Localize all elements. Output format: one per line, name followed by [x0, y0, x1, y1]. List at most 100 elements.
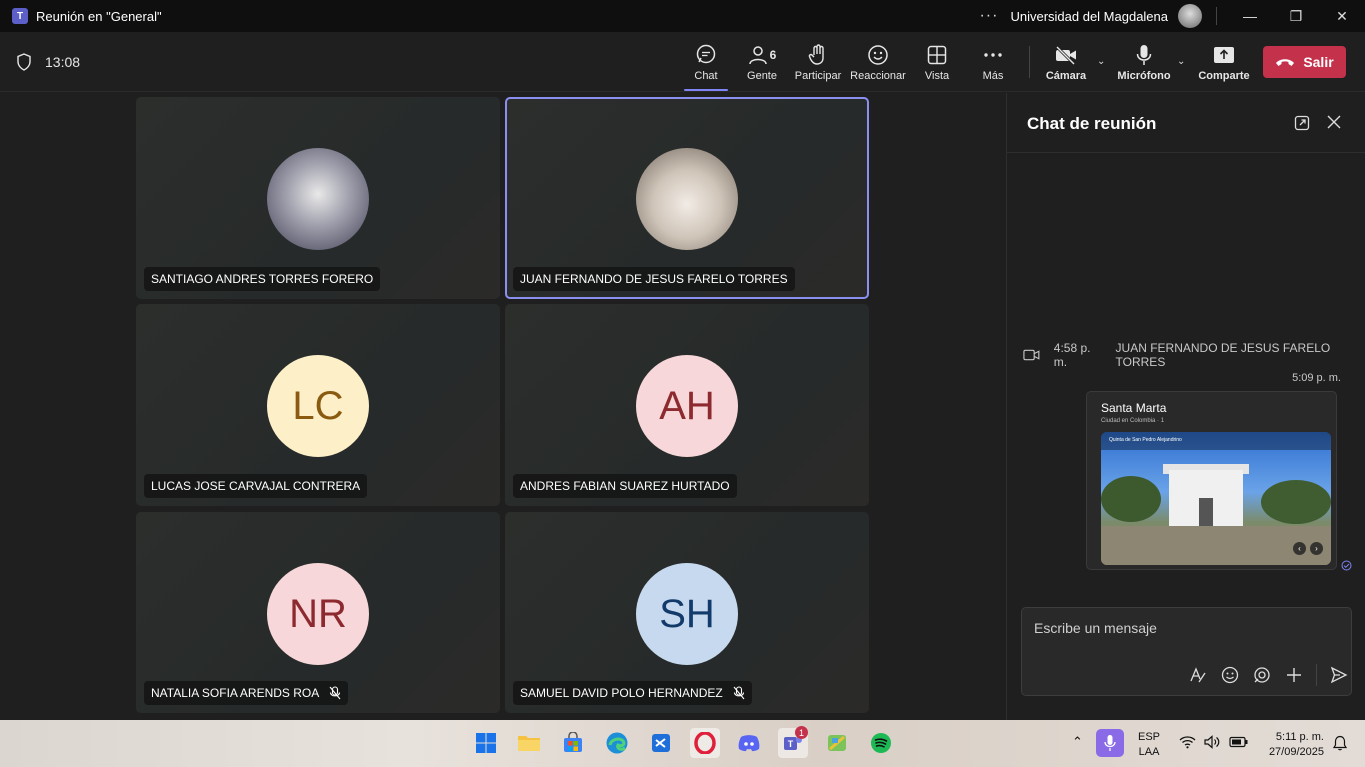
toolbar-divider: [1029, 46, 1030, 78]
participant-photo-avatar: [636, 148, 738, 250]
window-title: Reunión en "General": [36, 8, 162, 24]
ellipsis-icon: [984, 53, 1002, 57]
add-icon[interactable]: [1278, 666, 1310, 684]
camera-options-chevron-icon[interactable]: ⌄: [1097, 56, 1105, 67]
meeting-chat-panel: Chat de reunión 4:58 p. m. JUAN FERNANDO…: [1006, 93, 1365, 720]
leave-button[interactable]: Salir: [1263, 46, 1346, 78]
input-language-indicator[interactable]: ESP LAA: [1138, 730, 1160, 760]
notifications-bell-icon[interactable]: [1332, 735, 1348, 751]
microphone-button[interactable]: Micrófono: [1116, 42, 1172, 82]
code-editor-icon: [652, 734, 670, 752]
start-button[interactable]: [471, 728, 501, 758]
meeting-timer: 13:08: [45, 54, 81, 70]
keyboard-layout: LAA: [1138, 746, 1160, 758]
participant-tile[interactable]: SH SAMUEL DAVID POLO HERNANDEZ: [505, 512, 869, 713]
react-button[interactable]: Reaccionar: [850, 42, 906, 82]
participant-name: SAMUEL DAVID POLO HERNANDEZ: [520, 686, 723, 700]
teams-app[interactable]: T 1: [778, 726, 808, 758]
discord-icon: [738, 735, 760, 752]
view-label: Vista: [924, 70, 950, 82]
meeting-toolbar: 13:08 Chat 6 Gente Participar Reaccionar…: [0, 32, 1365, 92]
initials-avatar: LC: [267, 355, 369, 457]
initials-avatar: AH: [636, 355, 738, 457]
game-icon: [828, 735, 846, 751]
system-tray-status[interactable]: [1179, 735, 1249, 749]
shield-icon: [17, 53, 31, 71]
participant-name: ANDRES FABIAN SUAREZ HURTADO: [520, 479, 730, 493]
organization-name[interactable]: Universidad del Magdalena: [1010, 9, 1168, 24]
more-options-icon[interactable]: ···: [979, 7, 998, 25]
chat-title: Chat de reunión: [1027, 114, 1157, 133]
vscode-app[interactable]: [646, 728, 676, 758]
more-actions-label: Más: [982, 70, 1004, 82]
photo-place-label: Quinta de San Pedro Alejandrino: [1109, 437, 1182, 443]
people-button[interactable]: 6 Gente: [734, 42, 790, 82]
file-explorer-app[interactable]: [514, 728, 544, 758]
participant-name: NATALIA SOFIA ARENDS ROA: [151, 686, 320, 700]
card-subtitle: Ciudad en Colombia · 1: [1101, 418, 1165, 424]
notification-badge: 1: [795, 726, 808, 739]
spotify-app[interactable]: [866, 728, 896, 758]
meeting-started-event: 4:58 p. m. JUAN FERNANDO DE JESUS FARELO…: [1023, 341, 1365, 369]
game-app[interactable]: [822, 728, 852, 758]
maximize-button[interactable]: ❐: [1273, 0, 1319, 32]
participant-tile-active-speaker[interactable]: JUAN FERNANDO DE JESUS FARELO TORRES: [505, 97, 869, 299]
message-timestamp: 5:09 p. m.: [1292, 372, 1341, 384]
emoji-icon[interactable]: [1214, 666, 1246, 684]
chat-header: Chat de reunión: [1007, 93, 1365, 153]
chat-button[interactable]: Chat: [678, 42, 734, 91]
participant-name: SANTIAGO ANDRES TORRES FORERO: [151, 272, 374, 286]
microphone-in-use-indicator[interactable]: [1096, 729, 1124, 757]
participant-name-tag: SAMUEL DAVID POLO HERNANDEZ: [513, 681, 752, 705]
teams-app-icon: T: [12, 8, 28, 24]
participant-name-tag: ANDRES FABIAN SUAREZ HURTADO: [513, 474, 737, 498]
close-icon[interactable]: [1327, 115, 1341, 129]
people-count: 6: [769, 48, 777, 62]
edge-browser-app[interactable]: [602, 728, 632, 758]
emoji-icon: [868, 45, 888, 65]
send-icon[interactable]: [1323, 666, 1355, 684]
format-icon[interactable]: [1182, 666, 1214, 684]
raise-hand-button[interactable]: Participar: [790, 42, 846, 82]
pop-out-icon[interactable]: [1294, 115, 1310, 131]
participant-name-tag: JUAN FERNANDO DE JESUS FARELO TORRES: [513, 267, 795, 291]
close-window-button[interactable]: ✕: [1319, 0, 1365, 32]
share-button[interactable]: Comparte: [1196, 42, 1252, 82]
divider: [1316, 664, 1317, 686]
previous-photo-icon[interactable]: ‹: [1293, 542, 1306, 555]
camera-button[interactable]: Cámara: [1038, 42, 1094, 82]
show-hidden-icons-chevron-icon[interactable]: ⌃: [1072, 734, 1083, 750]
shared-location-card[interactable]: Santa Marta Ciudad en Colombia · 1 Quint…: [1086, 391, 1337, 570]
microsoft-store-app[interactable]: [558, 728, 588, 758]
mic-muted-icon: [329, 686, 341, 700]
participant-tile[interactable]: SANTIAGO ANDRES TORRES FORERO: [136, 97, 500, 299]
user-avatar[interactable]: [1178, 4, 1202, 28]
title-bar: T Reunión en "General" ··· Universidad d…: [0, 0, 1365, 32]
chat-label: Chat: [694, 70, 718, 82]
divider: [1216, 7, 1217, 25]
next-photo-icon[interactable]: ›: [1310, 542, 1323, 555]
message-input[interactable]: [1034, 620, 1334, 636]
discord-app[interactable]: [734, 728, 764, 758]
system-clock[interactable]: 5:11 p. m. 27/09/2025: [1258, 730, 1324, 760]
participant-name-tag: NATALIA SOFIA ARENDS ROA: [144, 681, 349, 705]
microphone-icon: [1136, 45, 1152, 65]
loop-component-icon[interactable]: [1246, 666, 1278, 684]
react-label: Reaccionar: [850, 70, 906, 82]
participant-name: JUAN FERNANDO DE JESUS FARELO TORRES: [520, 272, 788, 286]
view-button[interactable]: Vista: [909, 42, 965, 82]
people-icon: [748, 46, 767, 65]
opera-browser-app[interactable]: [690, 728, 720, 758]
participant-tile[interactable]: AH ANDRES FABIAN SUAREZ HURTADO: [505, 304, 869, 506]
more-actions-button[interactable]: Más: [965, 42, 1021, 82]
initials-avatar: SH: [636, 563, 738, 665]
participant-photo-avatar: [267, 148, 369, 250]
event-organizer: JUAN FERNANDO DE JESUS FARELO TORRES: [1115, 341, 1331, 369]
store-icon: [564, 732, 582, 752]
mic-options-chevron-icon[interactable]: ⌄: [1177, 56, 1185, 67]
participant-tile[interactable]: LC LUCAS JOSE CARVAJAL CONTRERA: [136, 304, 500, 506]
chat-icon: [696, 44, 716, 64]
minimize-button[interactable]: —: [1227, 0, 1273, 32]
video-gallery: SANTIAGO ANDRES TORRES FORERO JUAN FERNA…: [0, 93, 1006, 720]
participant-tile[interactable]: NR NATALIA SOFIA ARENDS ROA: [136, 512, 500, 713]
